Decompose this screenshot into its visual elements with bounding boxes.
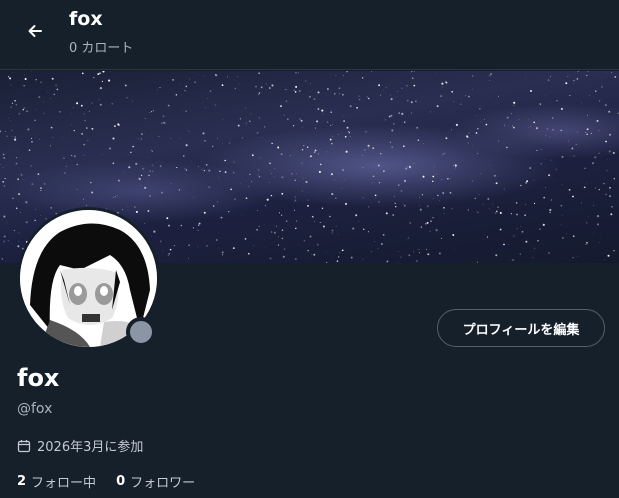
profile-handle: @fox [17,401,53,417]
following-link[interactable]: 2 フォロー中 [17,472,96,491]
following-count: 2 [17,474,27,489]
arrow-left-icon [28,25,42,37]
header-title: fox [69,8,103,30]
joined-label: 2026年3月に参加 [37,440,144,455]
joined-date: 2026年3月に参加 [17,436,143,455]
back-button[interactable] [18,14,52,48]
calendar-icon [17,439,31,452]
followers-link[interactable]: 0 フォロワー [116,472,195,491]
top-header: fox 0 カロート [0,0,619,70]
edit-profile-button[interactable]: プロフィールを編集 [437,309,605,347]
followers-label: フォロワー [130,476,196,491]
follow-stats: 2 フォロー中 0 フォロワー [17,472,215,491]
following-label: フォロー中 [31,476,97,491]
followers-count: 0 [116,474,126,489]
header-post-count: 0 カロート [69,41,134,56]
status-indicator [126,317,156,347]
profile-name: fox [17,364,60,392]
